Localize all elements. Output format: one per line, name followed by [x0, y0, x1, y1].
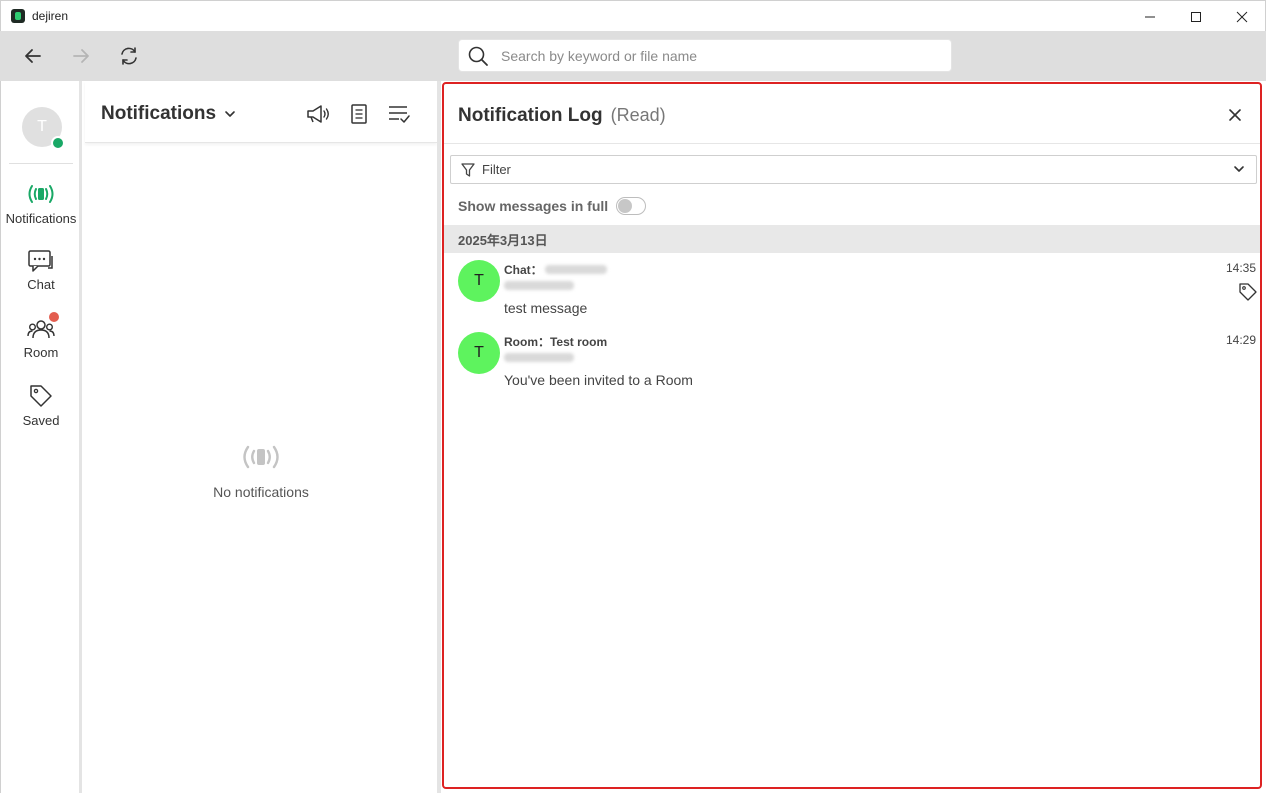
- list-item[interactable]: T Chat： test message 14:35: [444, 256, 1260, 324]
- close-icon: [1236, 11, 1248, 22]
- search-box[interactable]: [458, 39, 952, 72]
- megaphone-icon: [307, 105, 329, 123]
- chevron-down-icon: [1234, 166, 1244, 172]
- filter-label: Filter: [482, 162, 511, 177]
- left-rail: T Notifications Chat Room Saved: [0, 81, 82, 793]
- rail-item-notifications[interactable]: Notifications: [1, 181, 81, 226]
- avatar-initial: T: [37, 118, 47, 135]
- close-icon: [1229, 109, 1241, 121]
- filter-icon: [461, 162, 475, 177]
- blurred-sender: [504, 353, 574, 362]
- rail-divider: [9, 163, 73, 164]
- sender-avatar: T: [458, 260, 500, 302]
- toolbar: [0, 31, 1266, 81]
- search-icon: [468, 46, 488, 66]
- log-subtitle: (Read): [610, 105, 666, 125]
- show-full-toggle[interactable]: [616, 197, 647, 215]
- message-source: Chat：: [504, 261, 607, 278]
- app-title: dejiren: [32, 9, 69, 23]
- maximize-button[interactable]: [1173, 1, 1219, 32]
- date-text: 2025年3月13日: [458, 232, 548, 248]
- minimize-button[interactable]: [1127, 1, 1173, 32]
- document-icon: [351, 104, 367, 124]
- date-header: 2025年3月13日: [444, 225, 1260, 253]
- filter-dropdown[interactable]: Filter: [450, 155, 1257, 184]
- refresh-icon: [121, 47, 137, 65]
- tag-icon: [30, 385, 52, 407]
- source-label: Room：Test room: [504, 335, 608, 349]
- close-log-button[interactable]: [1224, 104, 1246, 126]
- announcement-button[interactable]: [305, 101, 331, 127]
- rail-item-label: Saved: [22, 413, 60, 428]
- notification-log-header: Notification Log (Read): [444, 84, 1260, 144]
- empty-state-text: No notifications: [213, 484, 309, 500]
- avatar-initial: T: [474, 344, 484, 361]
- sender-avatar: T: [458, 332, 500, 374]
- list-item[interactable]: T Room：Test room You've been invited to …: [444, 328, 1260, 396]
- log-title: Notification Log (Read): [458, 105, 666, 127]
- notifications-dropdown[interactable]: Notifications: [101, 103, 237, 125]
- checklist-icon: [389, 106, 410, 123]
- blurred-sender: [504, 281, 574, 290]
- message-body: test message: [504, 300, 588, 316]
- message-source: Room：Test room: [504, 333, 607, 350]
- notifications-icon: [243, 445, 279, 469]
- forward-button[interactable]: [65, 40, 97, 72]
- maximize-icon: [1191, 11, 1201, 22]
- app-logo-icon: [11, 9, 25, 23]
- rail-item-saved[interactable]: Saved: [1, 383, 81, 428]
- read-log-button[interactable]: [346, 101, 372, 127]
- log-title-text: Notification Log: [458, 105, 603, 126]
- source-label: Chat：: [504, 263, 543, 277]
- refresh-button[interactable]: [113, 40, 145, 72]
- notifications-icon: [28, 185, 54, 203]
- avatar-initial: T: [474, 272, 484, 289]
- notification-log-panel: Notification Log (Read) Filter Show messa…: [442, 82, 1262, 789]
- show-full-toggle-row: Show messages in full: [458, 197, 647, 215]
- panel-title: Notifications: [101, 103, 217, 124]
- notifications-header: Notifications: [85, 81, 437, 143]
- chevron-down-icon: [225, 111, 235, 117]
- room-badge-dot: [49, 312, 59, 322]
- title-bar: dejiren: [0, 0, 1266, 31]
- minimize-icon: [1145, 16, 1155, 17]
- message-time: 14:29: [1225, 333, 1256, 347]
- empty-state: No notifications: [85, 441, 437, 500]
- mark-all-read-button[interactable]: [386, 101, 412, 127]
- rail-item-chat[interactable]: Chat: [1, 249, 81, 292]
- search-input[interactable]: [501, 47, 921, 64]
- rail-item-label: Room: [23, 345, 59, 360]
- message-time: 14:35: [1225, 261, 1256, 275]
- rail-item-label: Chat: [27, 277, 55, 292]
- close-window-button[interactable]: [1219, 1, 1265, 32]
- arrow-right-icon: [73, 49, 89, 63]
- tag-icon[interactable]: [1238, 282, 1258, 302]
- window-controls: [1127, 1, 1265, 32]
- show-full-label: Show messages in full: [458, 198, 609, 214]
- rail-item-room[interactable]: Room: [1, 317, 81, 360]
- blurred-name: [544, 265, 607, 274]
- arrow-left-icon: [25, 49, 41, 63]
- notifications-panel: Notifications No notifications: [85, 81, 437, 793]
- chat-icon: [28, 250, 53, 272]
- rail-item-label: Notifications: [5, 211, 77, 226]
- message-body: You've been invited to a Room: [504, 372, 693, 388]
- back-button[interactable]: [17, 40, 49, 72]
- panel-divider: [437, 81, 441, 793]
- online-status-dot: [51, 136, 65, 150]
